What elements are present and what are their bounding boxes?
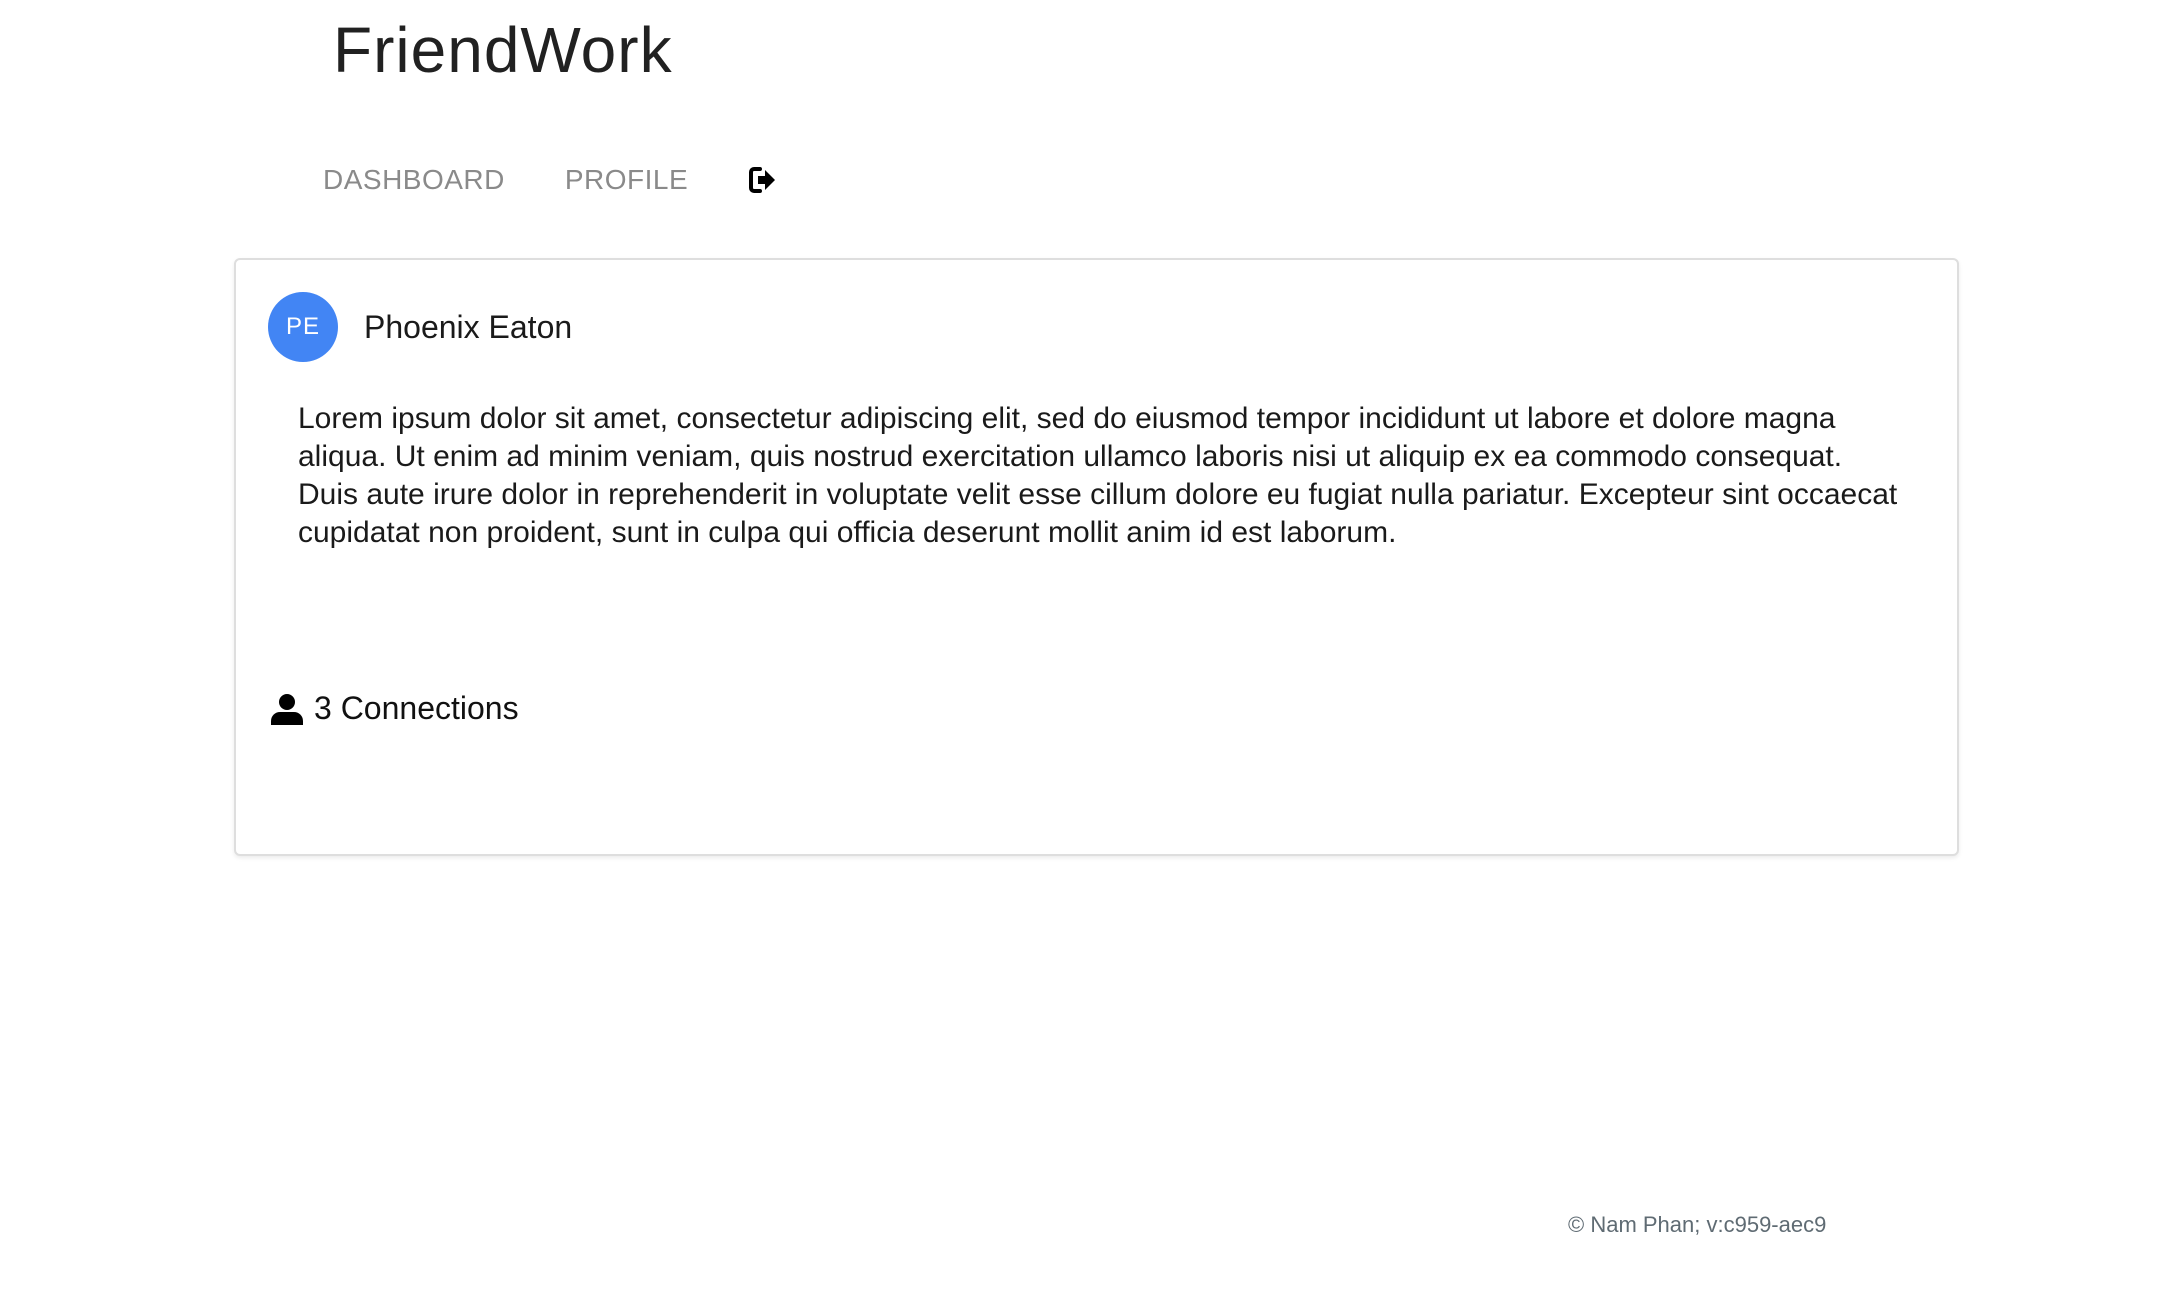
profile-bio: Lorem ipsum dolor sit amet, consectetur …	[298, 402, 1898, 549]
connections-link[interactable]: 3 Connections	[270, 690, 519, 727]
avatar: PE	[268, 292, 338, 362]
logout-button[interactable]	[748, 165, 778, 195]
profile-card: PE Phoenix Eaton Lorem ipsum dolor sit a…	[234, 258, 1959, 856]
profile-header: PE Phoenix Eaton	[268, 292, 572, 362]
user-icon	[271, 693, 303, 725]
main-nav: DASHBOARD PROFILE	[323, 158, 778, 202]
connections-count: 3 Connections	[314, 690, 519, 726]
sign-out-icon	[749, 167, 776, 193]
profile-name: Phoenix Eaton	[364, 308, 573, 345]
app-title: FriendWork	[333, 14, 673, 86]
nav-link-profile[interactable]: PROFILE	[565, 164, 688, 196]
nav-link-dashboard[interactable]: DASHBOARD	[323, 164, 505, 196]
page: FriendWork DASHBOARD PROFILE PE Phoenix …	[0, 0, 2184, 1298]
footer-credit: © Nam Phan; v:c959-aec9	[1568, 1212, 1827, 1237]
